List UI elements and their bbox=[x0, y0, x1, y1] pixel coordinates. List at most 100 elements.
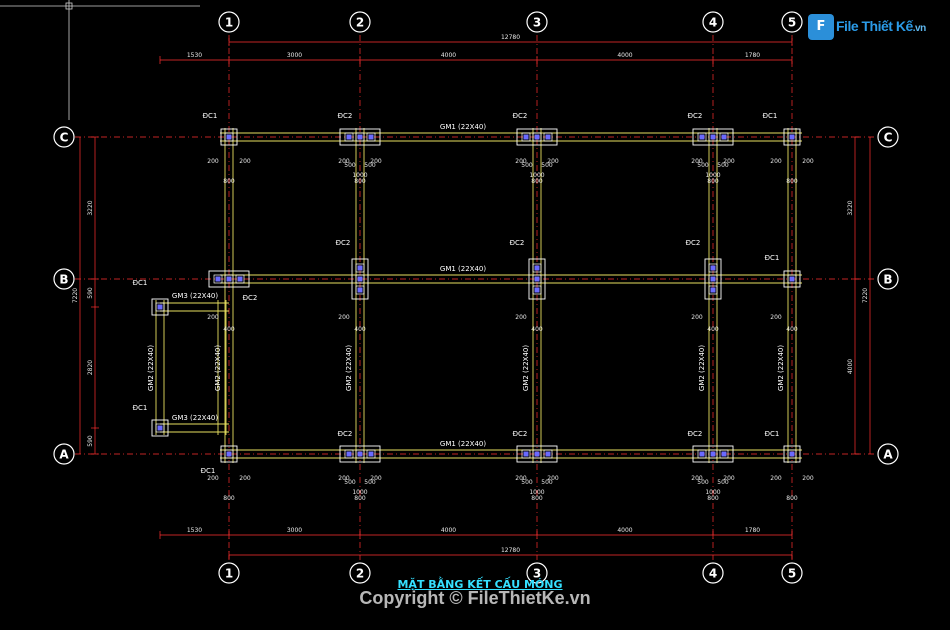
label-small-dim-41: 1000 bbox=[705, 172, 720, 179]
label-small-dim-48: 200 bbox=[691, 314, 703, 321]
label-dc1-3: ĐC1 bbox=[201, 467, 216, 475]
bubble-top-4-text: 4 bbox=[709, 16, 717, 30]
label-small-dim-19: 1000 bbox=[352, 489, 367, 496]
label-small-dim-57: 400 bbox=[786, 326, 798, 333]
bubble-left-B-text: B bbox=[59, 273, 68, 287]
column-dc2h-0-pile-2 bbox=[368, 134, 374, 140]
column-dc2h-1-pile-0 bbox=[523, 134, 529, 140]
column-dc1-0-pile-0 bbox=[226, 134, 232, 140]
label-gm3-0: GM3 (22X40) bbox=[172, 292, 218, 300]
label-small-dim-56: 200 bbox=[770, 314, 782, 321]
label-dc1-4: ĐC1 bbox=[765, 430, 780, 438]
label-small-dim-6: 200 bbox=[207, 314, 219, 321]
label-small-dim-4: 200 bbox=[239, 475, 251, 482]
label-small-dim-50: 200 bbox=[770, 158, 782, 165]
label-small-dim-40: 500 bbox=[717, 162, 729, 169]
label-small-dim-3: 200 bbox=[207, 475, 219, 482]
label-small-dim-10: 800 bbox=[354, 178, 366, 185]
dim-left-value-2: 2820 bbox=[87, 360, 94, 375]
label-small-dim-18: 500 bbox=[364, 479, 376, 486]
column-dc2h-3-pile-1 bbox=[357, 451, 363, 457]
dim-left-total-value: 7220 bbox=[72, 288, 79, 303]
label-small-dim-24: 800 bbox=[531, 178, 543, 185]
label-dc1-2: ĐC1 bbox=[765, 254, 780, 262]
column-dc2h-0-pile-1 bbox=[357, 134, 363, 140]
column-dc2h-4-pile-0 bbox=[523, 451, 529, 457]
dim-bottom-value-4: 1780 bbox=[745, 527, 760, 534]
column-dc2h-2-pile-1 bbox=[710, 134, 716, 140]
label-small-dim-1: 200 bbox=[239, 158, 251, 165]
column-dc2v-1-pile-1 bbox=[534, 276, 540, 282]
label-small-dim-49: 400 bbox=[707, 326, 719, 333]
label-small-dim-2: 800 bbox=[223, 178, 235, 185]
label-gm1-0: GM1 (22X40) bbox=[440, 123, 486, 131]
dim-top-value-4: 1780 bbox=[745, 52, 760, 59]
bubble-left-C-text: C bbox=[60, 131, 69, 145]
column-dc1-6-pile-0 bbox=[157, 425, 163, 431]
label-small-dim-38: 800 bbox=[707, 178, 719, 185]
column-dc2h-2-pile-2 bbox=[721, 134, 727, 140]
dim-top-value-3: 4000 bbox=[617, 52, 632, 59]
column-dc2v-1-pile-0 bbox=[534, 265, 540, 271]
dim-right-value-1: 4000 bbox=[847, 359, 854, 374]
label-small-dim-27: 1000 bbox=[529, 172, 544, 179]
label-gm2-1: GM2 (22X40) bbox=[345, 345, 353, 391]
logo-main: File Thiết Kế bbox=[836, 18, 913, 34]
bubble-bottom-5-text: 5 bbox=[788, 567, 796, 581]
dim-top-value-2: 4000 bbox=[441, 52, 456, 59]
column-dc1-4-pile-0 bbox=[789, 451, 795, 457]
column-dc1-5-pile-0 bbox=[157, 304, 163, 310]
label-dc2-9: ĐC2 bbox=[688, 430, 703, 438]
label-dc1-5: ĐC1 bbox=[133, 279, 148, 287]
dim-bottom-value-2: 4000 bbox=[441, 527, 456, 534]
label-small-dim-30: 800 bbox=[531, 495, 543, 502]
label-gm3-1: GM3 (22X40) bbox=[172, 414, 218, 422]
bubble-right-B-text: B bbox=[883, 273, 892, 287]
bubble-right-C-text: C bbox=[884, 131, 893, 145]
column-dc2h-6-pile-2 bbox=[237, 276, 243, 282]
label-gm1-1: GM1 (22X40) bbox=[440, 265, 486, 273]
dim-bottom-total-value: 12780 bbox=[501, 547, 520, 554]
dim-right-value-0: 3220 bbox=[847, 200, 854, 215]
site-logo: F File Thiết Kế.vn bbox=[808, 10, 928, 40]
label-small-dim-16: 800 bbox=[354, 495, 366, 502]
label-small-dim-7: 400 bbox=[223, 326, 235, 333]
label-small-dim-12: 500 bbox=[364, 162, 376, 169]
label-small-dim-39: 500 bbox=[697, 162, 709, 169]
label-small-dim-31: 500 bbox=[521, 479, 533, 486]
label-dc2-0: ĐC2 bbox=[338, 112, 353, 120]
dim-left-value-0: 3220 bbox=[87, 200, 94, 215]
label-small-dim-11: 500 bbox=[344, 162, 356, 169]
label-dc2-7: ĐC2 bbox=[338, 430, 353, 438]
label-small-dim-21: 400 bbox=[354, 326, 366, 333]
column-dc2v-0-pile-1 bbox=[357, 276, 363, 282]
bubble-bottom-2-text: 2 bbox=[356, 567, 364, 581]
dim-left-value-1: 590 bbox=[87, 287, 94, 299]
bubble-bottom-4-text: 4 bbox=[709, 567, 717, 581]
label-gm2-3: GM2 (22X40) bbox=[698, 345, 706, 391]
foundation-plan: 1530 3000 4000 4000 1780 12780 1530 3000 4000 400… bbox=[0, 0, 899, 584]
label-small-dim-53: 200 bbox=[770, 475, 782, 482]
label-small-dim-17: 500 bbox=[344, 479, 356, 486]
column-dc1-2-pile-0 bbox=[789, 276, 795, 282]
label-gm2-0: GM2 (22X40) bbox=[214, 345, 222, 391]
label-small-dim-52: 800 bbox=[786, 178, 798, 185]
dim-bottom-value-3: 4000 bbox=[617, 527, 632, 534]
label-dc2-8: ĐC2 bbox=[513, 430, 528, 438]
column-dc2v-0-pile-2 bbox=[357, 287, 363, 293]
label-dc1-0: ĐC1 bbox=[203, 112, 218, 120]
label-small-dim-13: 1000 bbox=[352, 172, 367, 179]
bubble-top-1-text: 1 bbox=[225, 16, 233, 30]
label-dc1-6: ĐC1 bbox=[133, 404, 148, 412]
bubble-top-2-text: 2 bbox=[356, 16, 364, 30]
column-dc2h-5-pile-0 bbox=[699, 451, 705, 457]
column-dc2v-2-pile-2 bbox=[710, 287, 716, 293]
logo-suffix: .vn bbox=[912, 23, 926, 34]
label-small-dim-0: 200 bbox=[207, 158, 219, 165]
label-dc2-2: ĐC2 bbox=[688, 112, 703, 120]
dim-bottom-value-1: 3000 bbox=[287, 527, 302, 534]
column-dc2h-6-pile-0 bbox=[215, 276, 221, 282]
label-small-dim-45: 500 bbox=[697, 479, 709, 486]
label-small-dim-55: 800 bbox=[786, 495, 798, 502]
logo-text: File Thiết Kế.vn bbox=[836, 18, 926, 34]
